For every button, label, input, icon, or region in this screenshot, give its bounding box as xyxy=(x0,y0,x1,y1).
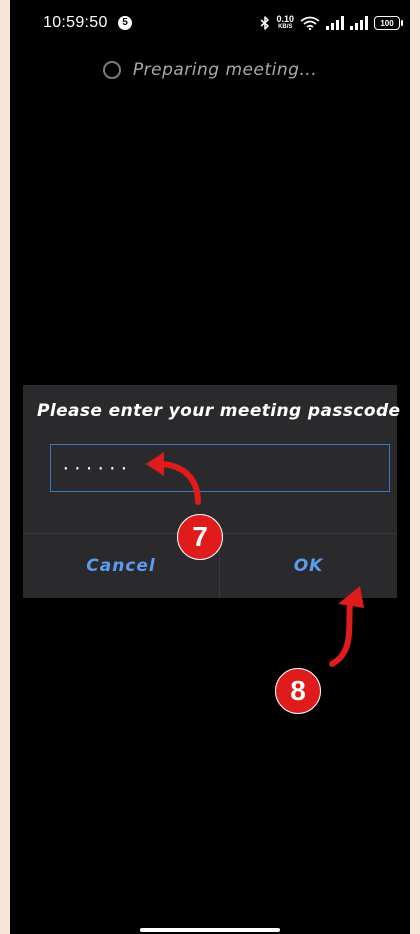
net-speed: 0.10 KB/S xyxy=(276,15,294,31)
net-speed-value: 0.10 xyxy=(276,14,294,24)
battery-icon: 100 xyxy=(374,16,403,30)
home-indicator[interactable] xyxy=(140,928,280,932)
phone-screen: 10:59:50 5 0.10 KB/S 100 Preparing meeti… xyxy=(10,0,410,934)
annotation-arrow-8 xyxy=(329,586,364,667)
status-icons: 0.10 KB/S 100 xyxy=(260,12,403,34)
annotation-arrow-7 xyxy=(146,452,201,505)
step-badge-7: 7 xyxy=(177,514,223,560)
preparing-text: Preparing meeting... xyxy=(132,60,318,80)
signal-icon xyxy=(350,16,368,30)
bluetooth-icon xyxy=(260,16,270,30)
notification-badge: 5 xyxy=(118,16,132,30)
signal-icon xyxy=(326,16,344,30)
battery-level: 100 xyxy=(380,18,394,28)
status-bar: 10:59:50 5 0.10 KB/S 100 xyxy=(10,0,410,48)
wifi-icon xyxy=(300,16,320,30)
preparing-status: Preparing meeting... xyxy=(10,60,410,80)
net-speed-unit: KB/S xyxy=(278,24,293,30)
step-badge-8: 8 xyxy=(275,668,321,714)
status-time: 10:59:50 xyxy=(43,14,108,31)
spinner-icon xyxy=(102,61,121,79)
dialog-title: Please enter your meeting passcode xyxy=(37,401,401,421)
